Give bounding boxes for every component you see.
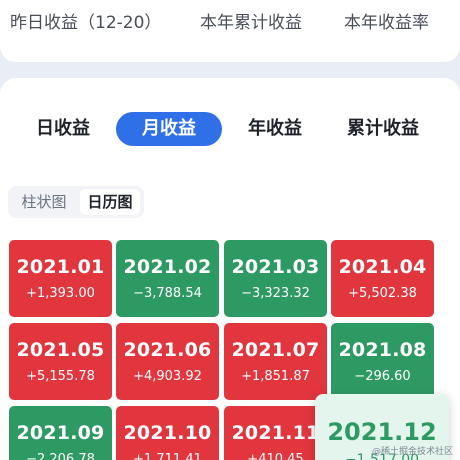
month-amount: +1,851.87 <box>241 369 310 384</box>
month-cell[interactable]: 2021.03 −3,323.32 <box>224 240 327 317</box>
month-label: 2021.07 <box>231 339 320 361</box>
month-label: 2021.04 <box>338 256 427 278</box>
month-label: 2021.08 <box>338 339 427 361</box>
watermark: @稀土掘金技术社区 <box>372 447 454 457</box>
month-amount: −3,788.54 <box>133 286 202 301</box>
month-cell[interactable]: 2021.08 −296.60 <box>331 323 434 400</box>
month-cell[interactable]: 2021.04 +5,502.38 <box>331 240 434 317</box>
monthly-income-calendar: 2021.01 +1,393.00 2021.02 −3,788.54 2021.03 −… <box>0 0 460 460</box>
month-cell[interactable]: 2021.06 +4,903.92 <box>116 323 219 400</box>
month-amount: +410.45 <box>247 452 304 460</box>
month-cell[interactable]: 2021.07 +1,851.87 <box>224 323 327 400</box>
month-amount: −3,323.32 <box>241 286 310 301</box>
month-cell[interactable]: 2021.10 +1,711.41 <box>116 406 219 460</box>
month-cell[interactable]: 2021.02 −3,788.54 <box>116 240 219 317</box>
month-label: 2021.11 <box>231 422 320 444</box>
month-amount: +4,903.92 <box>133 369 202 384</box>
month-cell[interactable]: 2021.05 +5,155.78 <box>9 323 112 400</box>
month-label: 2021.05 <box>16 339 105 361</box>
month-label: 2021.02 <box>123 256 212 278</box>
month-amount: +5,155.78 <box>26 369 95 384</box>
month-amount: −296.60 <box>354 369 411 384</box>
month-amount: +1,711.41 <box>133 452 202 460</box>
month-label: 2021.01 <box>16 256 105 278</box>
month-cell[interactable]: 2021.01 +1,393.00 <box>9 240 112 317</box>
month-cell[interactable]: 2021.09 −2,206.78 <box>9 406 112 460</box>
month-amount: −2,206.78 <box>26 452 95 460</box>
month-label: 2021.06 <box>123 339 212 361</box>
month-amount: +1,393.00 <box>26 286 95 301</box>
month-label: 2021.09 <box>16 422 105 444</box>
month-label: 2021.10 <box>123 422 212 444</box>
month-label: 2021.03 <box>231 256 320 278</box>
month-cell[interactable]: 2021.11 +410.45 <box>224 406 327 460</box>
month-amount: +5,502.38 <box>348 286 417 301</box>
current-month-label: 2021.12 <box>327 418 437 446</box>
